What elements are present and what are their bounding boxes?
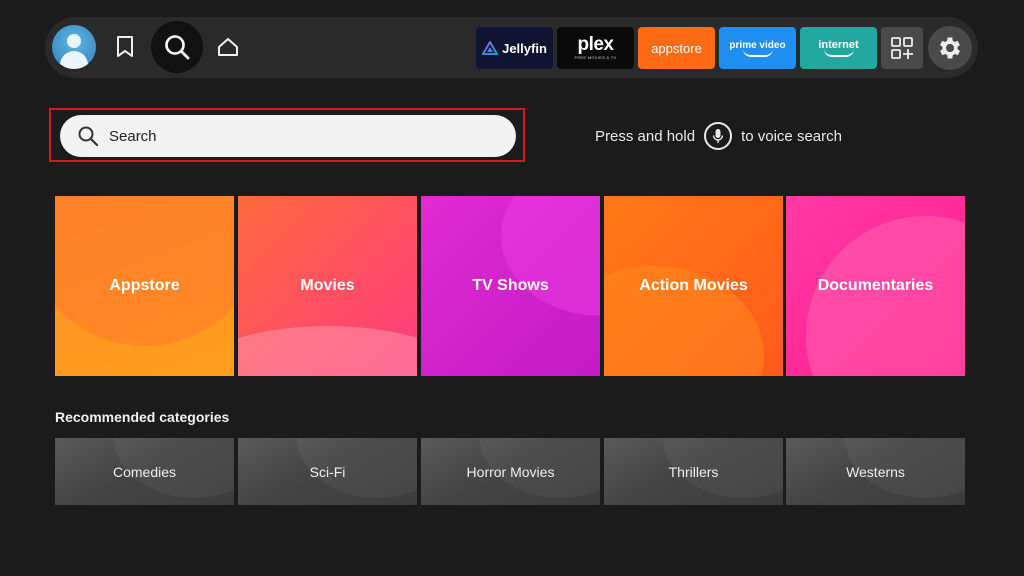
voice-hint-text-after: to voice search xyxy=(741,127,842,145)
category-label: Documentaries xyxy=(817,277,934,294)
recommended-label: Westerns xyxy=(846,463,905,480)
microphone-icon xyxy=(704,122,733,150)
category-label: TV Shows xyxy=(472,277,549,294)
search-icon[interactable] xyxy=(151,21,203,73)
internet-app-tile[interactable]: internet xyxy=(800,27,877,69)
recommended-tile-horror-movies[interactable]: Horror Movies xyxy=(421,438,600,505)
recommended-label: Horror Movies xyxy=(466,463,555,480)
gear-icon[interactable] xyxy=(928,26,972,70)
search-field-icon xyxy=(78,126,99,147)
jellyfin-label: Jellyfin xyxy=(502,40,547,56)
voice-search-hint: Press and hold to voice search xyxy=(595,121,842,151)
internet-smile-icon xyxy=(823,49,854,57)
recommended-tile-thrillers[interactable]: Thrillers xyxy=(604,438,783,505)
recommended-tile-westerns[interactable]: Westerns xyxy=(786,438,965,505)
category-tile-movies[interactable]: Movies xyxy=(238,196,417,376)
appstore-app-tile[interactable]: appstore xyxy=(638,27,715,69)
voice-hint-text-before: Press and hold xyxy=(595,127,696,145)
jellyfin-app-tile[interactable]: Jellyfin xyxy=(476,27,553,69)
category-label: Movies xyxy=(300,277,355,294)
plex-app-tile[interactable]: plex FREE MOVIES & TV xyxy=(557,27,634,69)
home-icon[interactable] xyxy=(213,32,243,62)
category-tile-action-movies[interactable]: Action Movies xyxy=(604,196,783,376)
bookmark-icon[interactable] xyxy=(110,30,140,64)
category-tile-documentaries[interactable]: Documentaries xyxy=(786,196,965,376)
recommended-tile-sci-fi[interactable]: Sci-Fi xyxy=(238,438,417,505)
plex-label: plex xyxy=(577,34,614,55)
recommended-categories-heading: Recommended categories xyxy=(55,409,230,425)
recommended-tile-comedies[interactable]: Comedies xyxy=(55,438,234,505)
category-tile-appstore[interactable]: Appstore xyxy=(55,196,234,376)
prime-video-app-tile[interactable]: prime video xyxy=(719,27,796,69)
plex-sub-label: FREE MOVIES & TV xyxy=(574,55,617,60)
category-tile-tv-shows[interactable]: TV Shows xyxy=(421,196,600,376)
recommended-label: Sci-Fi xyxy=(309,463,346,480)
recommended-label: Comedies xyxy=(112,463,177,480)
search-placeholder: Search xyxy=(109,127,157,145)
recommended-label: Thrillers xyxy=(668,463,719,480)
prime-smile-icon xyxy=(742,49,773,57)
category-label: Appstore xyxy=(109,277,180,294)
jellyfin-logo-icon xyxy=(482,41,499,55)
profile-avatar-icon[interactable] xyxy=(52,25,96,69)
appstore-label: appstore xyxy=(651,40,702,56)
apps-grid-plus-icon[interactable] xyxy=(881,27,923,69)
category-label: Action Movies xyxy=(639,277,748,294)
search-input[interactable]: Search xyxy=(60,115,516,157)
